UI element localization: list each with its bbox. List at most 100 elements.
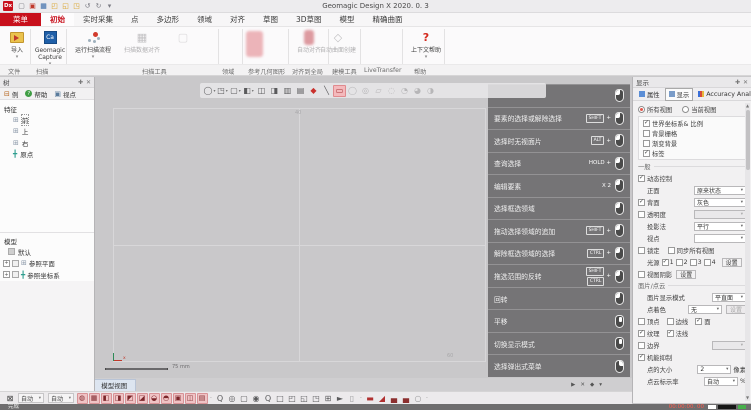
share-folder-icon[interactable]: ◳ bbox=[72, 1, 82, 11]
section-view-icon[interactable]: ◨ bbox=[268, 85, 281, 97]
toolbar-options-icon[interactable]: ▾ bbox=[105, 1, 115, 11]
save-icon[interactable]: ▦ bbox=[39, 1, 49, 11]
view-iso-icon[interactable]: ◳ bbox=[311, 393, 322, 404]
paint-bucket-icon[interactable]: ◆ bbox=[307, 85, 320, 97]
menu-tab[interactable]: 草图 bbox=[254, 13, 287, 26]
scrollbar[interactable]: ▲ ▼ bbox=[745, 103, 750, 401]
section-tool-icon[interactable]: ◢ bbox=[377, 393, 388, 404]
view-front-icon[interactable]: ◰ bbox=[287, 393, 298, 404]
line-select-icon[interactable]: ╲ bbox=[320, 85, 333, 97]
sphere-select-icon[interactable]: ◑ bbox=[424, 85, 437, 97]
view-shadow-checkbox[interactable] bbox=[638, 271, 645, 278]
expander-icon[interactable] bbox=[3, 271, 10, 278]
front-face-select[interactable]: 原来状态 bbox=[694, 186, 746, 195]
background-grid-checkbox[interactable] bbox=[643, 130, 650, 137]
tab-help[interactable]: ?帮助 bbox=[23, 89, 49, 99]
all-views-radio[interactable] bbox=[638, 106, 645, 113]
decimate-icon[interactable]: ◒ bbox=[149, 393, 160, 404]
pin-icon[interactable]: ✚ bbox=[78, 79, 83, 86]
redo-icon[interactable]: ↻ bbox=[94, 1, 104, 11]
rewrap-icon[interactable]: ▤ bbox=[197, 393, 208, 404]
fill-holes-icon[interactable]: ▣ bbox=[173, 393, 184, 404]
point-shading-select[interactable]: 无 bbox=[688, 305, 722, 314]
visibility-icon[interactable] bbox=[12, 271, 19, 278]
view-cube-icon[interactable]: ◳ bbox=[216, 85, 229, 97]
current-view-radio[interactable] bbox=[682, 106, 689, 113]
close-view-icon[interactable]: ✕ bbox=[580, 382, 585, 388]
new-window-icon[interactable]: ▯ bbox=[347, 393, 358, 404]
auto-combo-1[interactable]: 自动 bbox=[18, 393, 44, 403]
opacity-checkbox[interactable] bbox=[638, 211, 645, 218]
menu-button[interactable]: 菜单 bbox=[0, 13, 41, 26]
face-checkbox[interactable] bbox=[695, 318, 702, 325]
pointer-icon[interactable]: ► bbox=[335, 393, 346, 404]
trim-mesh-icon[interactable]: ◩ bbox=[125, 393, 136, 404]
smooth-mesh-icon[interactable]: ◪ bbox=[137, 393, 148, 404]
boundary-checkbox[interactable] bbox=[638, 342, 645, 349]
feature-plane-right[interactable]: ⊞ 右 bbox=[0, 137, 94, 149]
scroll-down-icon[interactable]: ▼ bbox=[745, 395, 750, 401]
view-plane-icon[interactable]: ▢ bbox=[229, 85, 242, 97]
open-doc-icon[interactable]: ▣ bbox=[28, 1, 38, 11]
feature-plane-front[interactable]: ⊞ 前 bbox=[0, 114, 94, 126]
menu-tab[interactable]: 3D草图 bbox=[287, 13, 331, 26]
menu-tab[interactable]: 多边形 bbox=[148, 13, 189, 26]
export-folder-icon[interactable]: ◱ bbox=[61, 1, 71, 11]
auto-combo-2[interactable]: 自动 bbox=[48, 393, 74, 403]
normal-checkbox[interactable] bbox=[667, 330, 674, 337]
geomagic-capture-button[interactable]: Ca Geomagic Capture▾ bbox=[33, 29, 67, 67]
context-help-button[interactable]: ? 上下文帮助▾ bbox=[406, 29, 446, 60]
clip-right-icon[interactable]: ▤ bbox=[294, 85, 307, 97]
pin-view-icon[interactable]: ◆ bbox=[590, 382, 594, 388]
subdivide-icon[interactable]: ◓ bbox=[161, 393, 172, 404]
menu-tab[interactable]: 对齐 bbox=[221, 13, 254, 26]
clip-left-icon[interactable]: ▥ bbox=[281, 85, 294, 97]
close-icon[interactable]: ✕ bbox=[743, 79, 748, 86]
undo-icon[interactable]: ↺ bbox=[83, 1, 93, 11]
light-1-checkbox[interactable] bbox=[662, 259, 669, 266]
zoom-out-icon[interactable]: Q bbox=[263, 393, 274, 404]
paint-select-icon[interactable]: ◔ bbox=[398, 85, 411, 97]
rect-select-icon[interactable]: ▭ bbox=[333, 85, 346, 97]
shadow-settings-button[interactable]: 设置 bbox=[676, 270, 696, 279]
offset-mesh-icon[interactable]: ◫ bbox=[185, 393, 196, 404]
import-button[interactable]: 导入▾ bbox=[3, 29, 31, 60]
back-face-select[interactable]: 灰色 bbox=[694, 198, 746, 207]
view-menu-icon[interactable]: ▾ bbox=[599, 382, 602, 388]
tree-ref-coords[interactable]: ╋ 参照坐标系 bbox=[0, 269, 94, 281]
lock-checkbox[interactable] bbox=[638, 247, 645, 254]
feature-origin[interactable]: ╋ 原点 bbox=[0, 149, 94, 161]
zoom-selection-icon[interactable]: ◉ bbox=[251, 393, 262, 404]
zoom-in-icon[interactable]: Q bbox=[215, 393, 226, 404]
light-settings-button[interactable]: 设置 bbox=[722, 258, 742, 267]
menu-tab[interactable]: 精确曲面 bbox=[364, 13, 412, 26]
mesh-display-mode-select[interactable]: 平直面 bbox=[712, 293, 746, 302]
light-3-checkbox[interactable] bbox=[690, 259, 697, 266]
menu-tab[interactable]: 实时采集 bbox=[74, 13, 122, 26]
model-default-item[interactable]: 默认 bbox=[0, 246, 94, 258]
shaded-region-icon[interactable]: ◧ bbox=[101, 393, 112, 404]
flood-select-icon[interactable]: ◕ bbox=[411, 85, 424, 97]
selection-filter-icon[interactable]: ⊠ bbox=[5, 393, 16, 404]
light-2-checkbox[interactable] bbox=[676, 259, 683, 266]
menu-tab[interactable]: 领域 bbox=[188, 13, 221, 26]
projection-select[interactable]: 平行 bbox=[694, 222, 746, 231]
expander-icon[interactable] bbox=[3, 260, 10, 267]
mesh-icon[interactable]: ▦ bbox=[89, 393, 100, 404]
split-view-icon[interactable]: ⊞ bbox=[323, 393, 334, 404]
visibility-icon[interactable] bbox=[12, 260, 19, 267]
sync-views-checkbox[interactable] bbox=[668, 247, 675, 254]
display-mode-icon[interactable]: ◧ bbox=[242, 85, 255, 97]
capture-circle-icon[interactable]: ○ bbox=[413, 393, 424, 404]
tab-properties[interactable]: 属性 bbox=[635, 88, 664, 101]
lasso-select-icon[interactable]: ◌ bbox=[385, 85, 398, 97]
tree-ref-planes[interactable]: ⊞ 参照平面 bbox=[0, 258, 94, 270]
merge-mesh-icon[interactable]: ◨ bbox=[113, 393, 124, 404]
menu-tab[interactable]: 模型 bbox=[331, 13, 364, 26]
measure-icon[interactable]: ▬ bbox=[365, 393, 376, 404]
ellipse-select-icon[interactable]: ◎ bbox=[359, 85, 372, 97]
performance-limit-checkbox[interactable] bbox=[638, 354, 645, 361]
zoom-window-icon[interactable]: ▢ bbox=[239, 393, 250, 404]
view-frame-icon[interactable]: □ bbox=[275, 393, 286, 404]
menu-tab[interactable]: 点 bbox=[122, 13, 148, 26]
